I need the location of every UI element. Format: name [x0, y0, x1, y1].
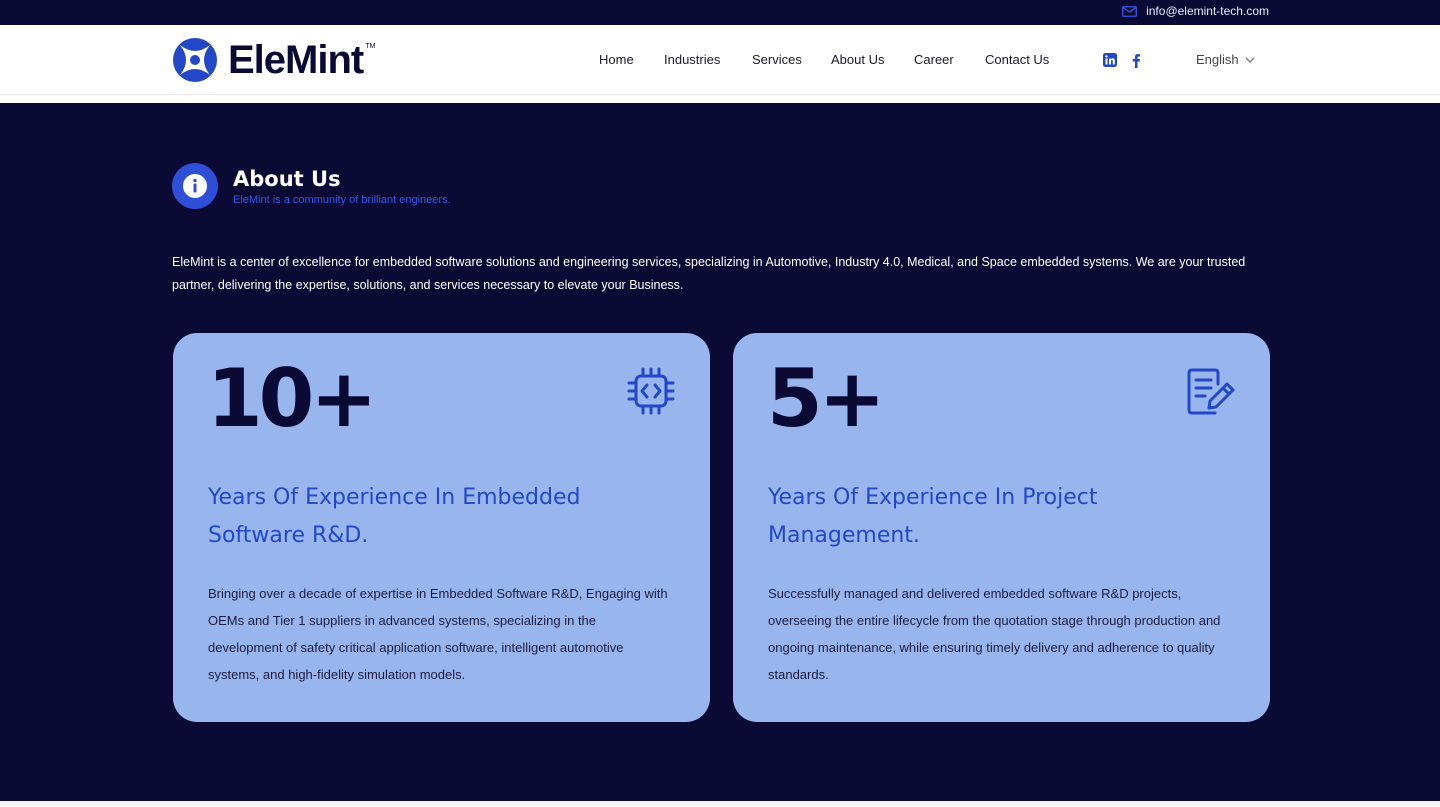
header-divider [0, 95, 1440, 103]
logo-trademark: TM [365, 42, 376, 50]
info-icon [183, 174, 207, 198]
email-link[interactable]: info@elemint-tech.com [1146, 4, 1269, 18]
about-intro: EleMint is a center of excellence for em… [172, 255, 1246, 292]
experience-card-project-management: 5+ Years Of Experience In Project Manage… [733, 333, 1270, 722]
card-body: Bringing over a decade of expertise in E… [208, 586, 668, 682]
stat-number: 5+ [767, 352, 886, 445]
language-selector[interactable]: English [1196, 52, 1255, 67]
site-header: EleMint TM Home Industries Services Abou… [0, 25, 1440, 95]
about-icon-badge [172, 163, 218, 209]
chip-code-icon [627, 367, 675, 415]
bottom-edge [0, 801, 1440, 807]
chevron-down-icon [1245, 57, 1255, 63]
stat-number: 10+ [207, 352, 377, 445]
linkedin-icon[interactable] [1103, 53, 1117, 67]
language-label: English [1196, 52, 1239, 67]
elemint-logo-icon [173, 38, 217, 82]
top-bar: info@elemint-tech.com [0, 0, 1440, 25]
nav-industries[interactable]: Industries [664, 52, 720, 67]
card-heading: Years Of Experience In Embedded Software… [208, 485, 581, 548]
logo-text: EleMint [228, 38, 364, 82]
nav-career[interactable]: Career [914, 52, 954, 67]
nav-about-us[interactable]: About Us [831, 52, 884, 67]
section-subtitle: EleMint is a community of brilliant engi… [233, 194, 451, 206]
experience-card-embedded: 10+ Years Of Experience In Embedded Soft… [173, 333, 710, 722]
card-heading: Years Of Experience In Project Managemen… [768, 485, 1098, 548]
email-contact[interactable]: info@elemint-tech.com [1122, 4, 1269, 18]
nav-contact-us[interactable]: Contact Us [985, 52, 1049, 67]
facebook-icon[interactable] [1131, 53, 1141, 68]
nav-home[interactable]: Home [599, 52, 634, 67]
about-heading: About Us EleMint is a community of brill… [172, 163, 451, 209]
mail-icon [1122, 5, 1137, 17]
nav-services[interactable]: Services [752, 52, 802, 67]
document-edit-icon [1187, 368, 1235, 415]
section-title: About Us [233, 167, 341, 191]
card-body: Successfully managed and delivered embed… [768, 586, 1221, 682]
logo[interactable]: EleMint TM [172, 37, 383, 83]
